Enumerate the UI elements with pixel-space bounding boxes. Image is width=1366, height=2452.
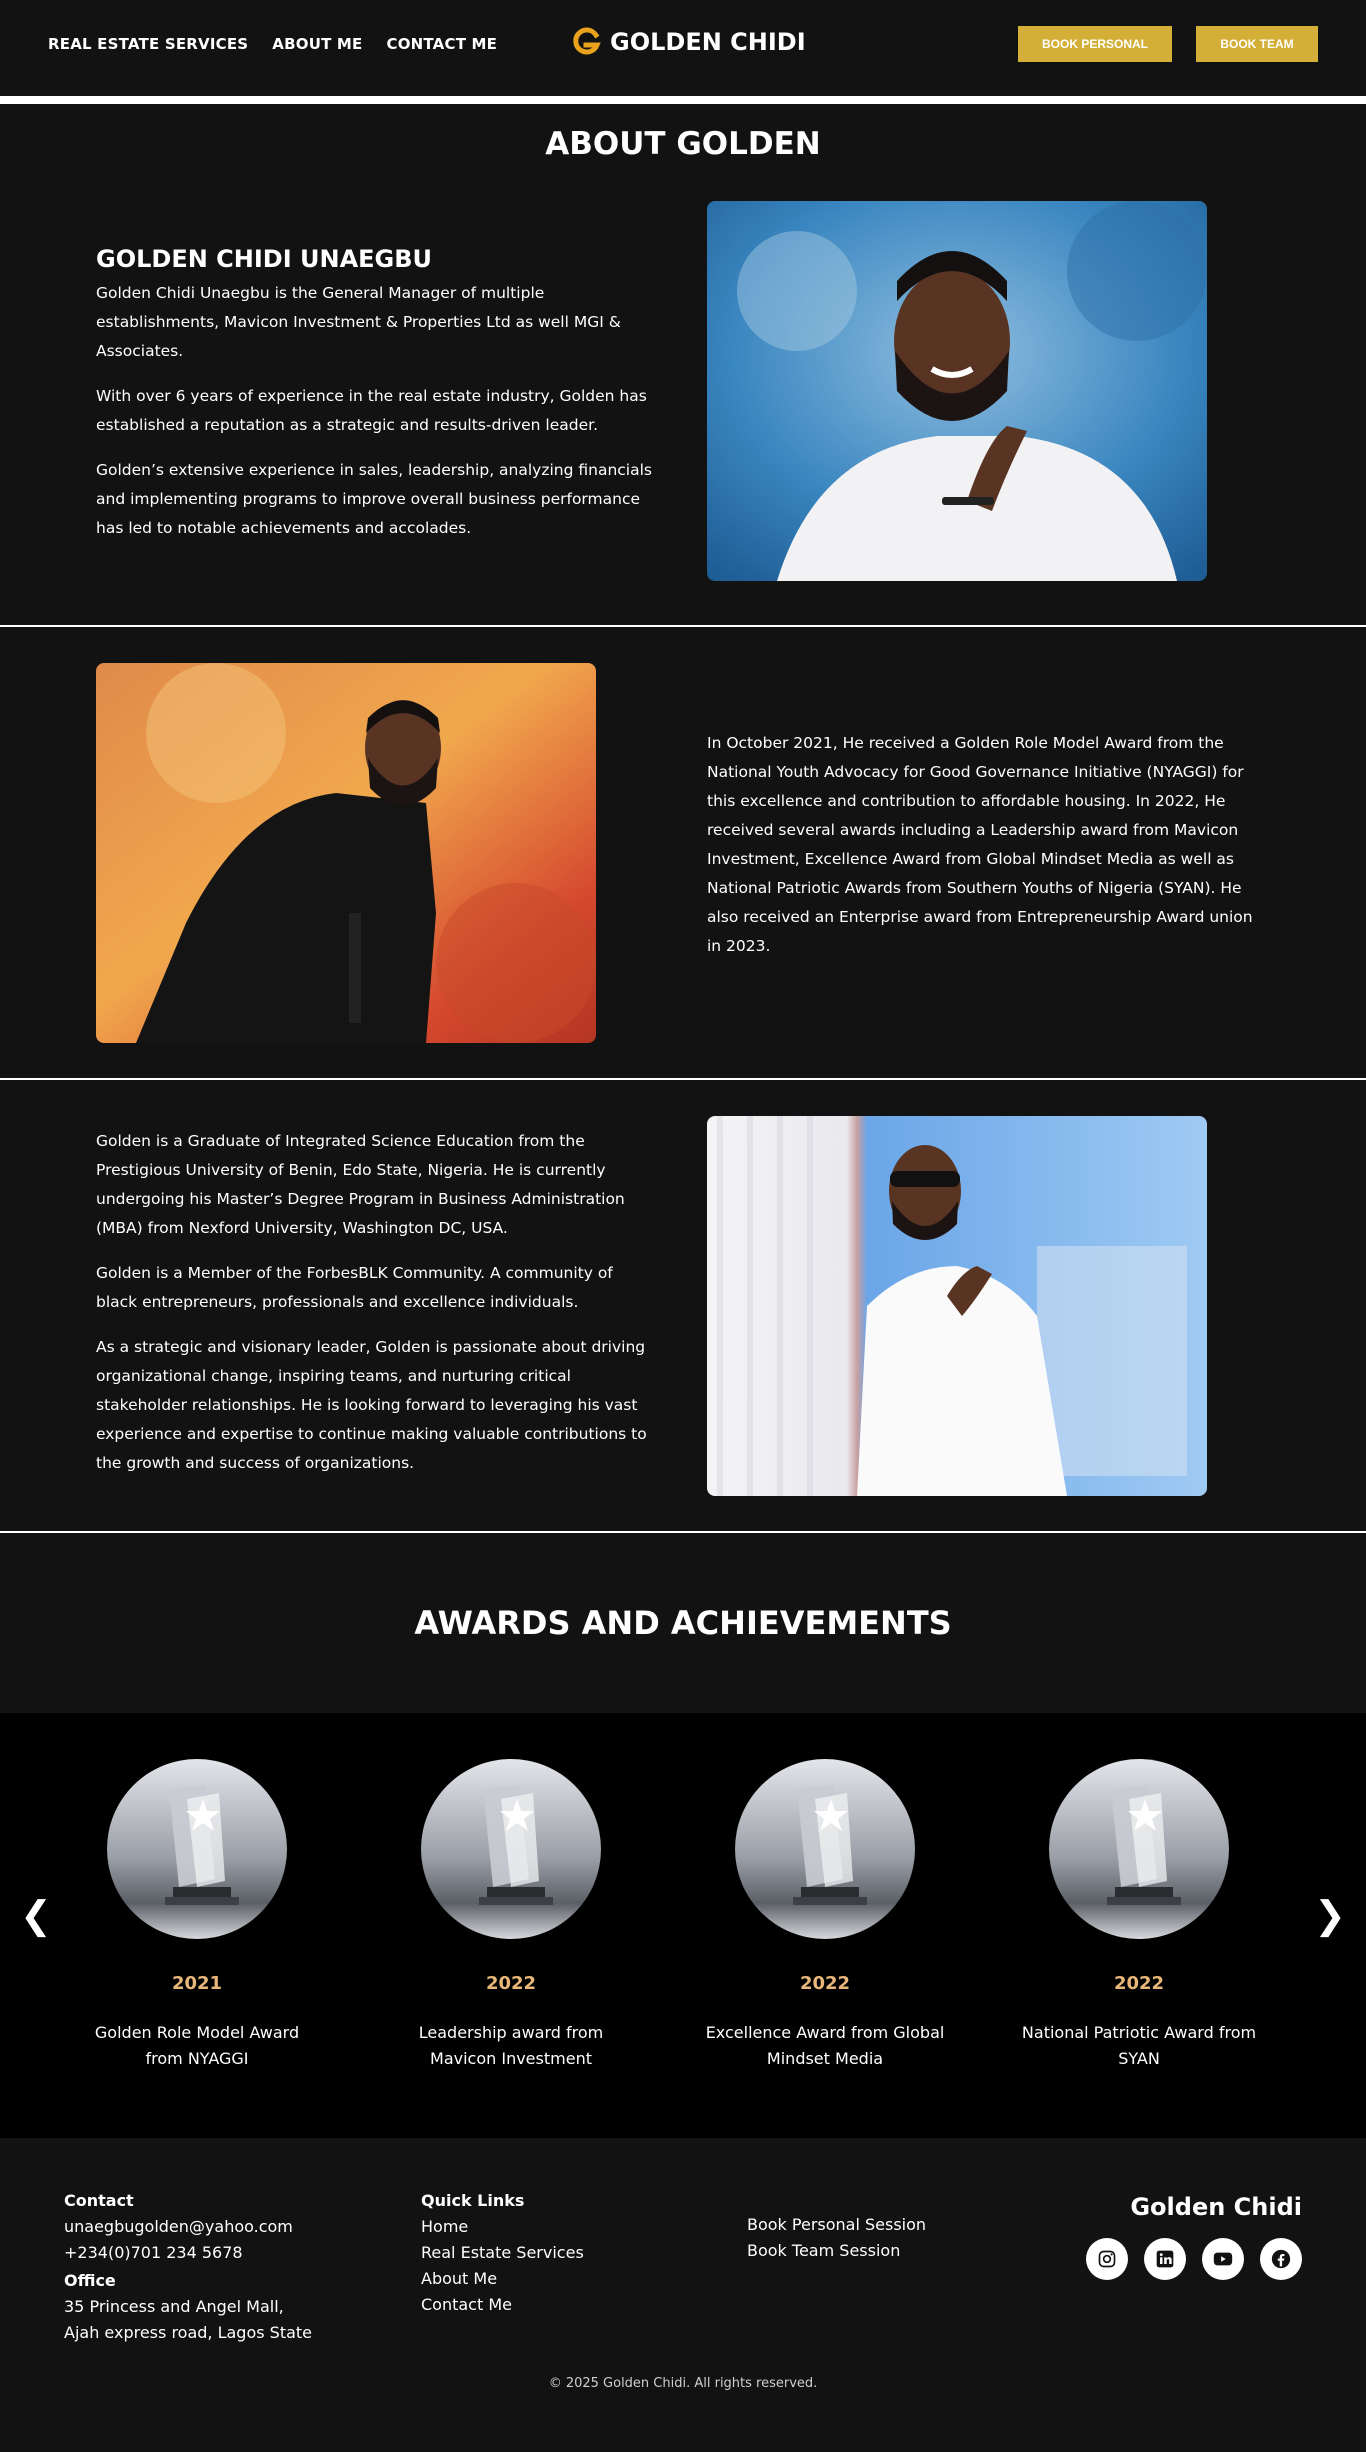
award-name: Excellence Award from Global Mindset Med… [705,2023,945,2068]
about-paragraph: Golden Chidi Unaegbu is the General Mana… [96,283,621,360]
person-name: GOLDEN CHIDI UNAEGBU [96,244,433,273]
about-title: ABOUT GOLDEN [545,126,821,162]
book-team-button[interactable]: BOOK TEAM [1196,26,1318,62]
footer-link-book-team[interactable]: Book Team Session [747,2238,926,2264]
footer-email-link[interactable]: unaegbugolden@yahoo.com [64,2214,312,2240]
office-address-line: 35 Princess and Angel Mall, [64,2297,284,2316]
footer-brand-name: Golden Chidi [1130,2193,1302,2221]
nav-link-real-estate-services[interactable]: REAL ESTATE SERVICES [48,35,248,53]
youtube-icon[interactable] [1202,2238,1244,2280]
about-paragraph: Golden is a Member of the ForbesBLK Comm… [96,1264,613,1311]
quick-links-heading: Quick Links [421,2191,525,2210]
portrait-photo-sunglasses [707,1115,1207,1496]
nav-links: REAL ESTATE SERVICES ABOUT ME CONTACT ME [48,35,497,53]
award-year: 2022 [485,1973,537,1994]
footer-phone-link[interactable]: +234(0)701 234 5678 [64,2240,312,2266]
about-section-2: In October 2021, He received a Golden Ro… [0,627,1366,1080]
golden-g-logo-icon [573,27,601,55]
award-trophy-image [107,1759,287,1939]
awards-list: 2021 Golden Role Model Award from NYAGGI [40,1759,1296,2072]
about-paragraph: In October 2021, He received a Golden Ro… [707,733,1253,955]
carousel-next-arrow-icon[interactable]: ❯ [1314,1893,1346,1938]
awards-section: AWARDS AND ACHIEVEMENTS ❮ 2021 Golden Ro… [0,1533,1366,2138]
nav-buttons: BOOK PERSONAL BOOK TEAM [1018,26,1318,62]
award-year: 2021 [171,1973,223,1994]
instagram-icon[interactable] [1086,2238,1128,2280]
section-divider [0,1531,1366,1533]
nav-link-about-me[interactable]: ABOUT ME [272,35,362,53]
awards-header: AWARDS AND ACHIEVEMENTS [0,1533,1366,1713]
footer-link-contact-me[interactable]: Contact Me [421,2292,584,2318]
award-trophy-image [421,1759,601,1939]
award-year: 2022 [799,1973,851,1994]
award-name: Leadership award from Mavicon Investment [418,2023,604,2068]
facebook-icon[interactable] [1260,2238,1302,2280]
awards-title: AWARDS AND ACHIEVEMENTS [414,1604,952,1642]
award-name: National Patriotic Award from SYAN [1021,2023,1257,2068]
logo-text: GOLDEN CHIDI [610,28,806,56]
footer-booking-links: Book Personal Session Book Team Session [747,2212,926,2264]
award-card: 2022 Leadership award from Mavicon Inves… [354,1759,668,2072]
footer-quick-links: Quick Links Home Real Estate Services Ab… [421,2188,584,2318]
award-year: 2022 [1113,1973,1165,1994]
about-paragraph: With over 6 years of experience in the r… [96,386,647,434]
office-address-line: Ajah express road, Lagos State [64,2323,313,2342]
top-navigation: REAL ESTATE SERVICES ABOUT ME CONTACT ME… [0,0,1366,88]
about-paragraph: Golden’s extensive experience in sales, … [96,460,652,537]
award-card: 2022 Excellence Award from Global Mindse… [668,1759,982,2072]
award-name: Golden Role Model Award from NYAGGI [94,2023,300,2068]
site-logo[interactable]: GOLDEN CHIDI [570,26,806,58]
footer-brand: Golden Chidi [1086,2194,1302,2280]
footer-link-book-personal[interactable]: Book Personal Session [747,2212,926,2238]
about-awards-text: In October 2021, He received a Golden Ro… [707,729,1267,977]
award-trophy-image [735,1759,915,1939]
footer-link-home[interactable]: Home [421,2214,584,2240]
contact-heading: Contact [64,2191,134,2210]
award-card: 2021 Golden Role Model Award from NYAGGI [40,1759,354,2072]
office-heading: Office [64,2271,116,2290]
footer-link-about-me[interactable]: About Me [421,2266,584,2292]
award-trophy-image [1049,1759,1229,1939]
about-intro-text: GOLDEN CHIDI UNAEGBU Golden Chidi Unaegb… [96,245,658,559]
portrait-photo-black-shirt [96,662,596,1043]
about-education-text: Golden is a Graduate of Integrated Scien… [96,1127,658,1494]
linkedin-icon[interactable] [1144,2238,1186,2280]
social-links [1086,2238,1302,2280]
nav-link-contact-me[interactable]: CONTACT ME [387,35,498,53]
nav-divider [0,96,1366,104]
about-paragraph: As a strategic and visionary leader, Gol… [96,1338,647,1472]
award-card: 2022 National Patriotic Award from SYAN [982,1759,1296,2072]
footer-link-real-estate-services[interactable]: Real Estate Services [421,2240,584,2266]
about-section-3: Golden is a Graduate of Integrated Scien… [0,1080,1366,1533]
footer-contact: Contact unaegbugolden@yahoo.com +234(0)7… [64,2188,312,2346]
site-footer: Contact unaegbugolden@yahoo.com +234(0)7… [0,2138,1366,2452]
about-section-1: GOLDEN CHIDI UNAEGBU Golden Chidi Unaegb… [0,174,1366,627]
about-paragraph: Golden is a Graduate of Integrated Scien… [96,1132,625,1237]
book-personal-button[interactable]: BOOK PERSONAL [1018,26,1172,62]
copyright-text: © 2025 Golden Chidi. All rights reserved… [548,2376,818,2391]
portrait-photo-white-shirt [707,200,1207,581]
awards-carousel: ❮ 2021 Golden Role Model Award from NYAG… [0,1713,1366,2138]
